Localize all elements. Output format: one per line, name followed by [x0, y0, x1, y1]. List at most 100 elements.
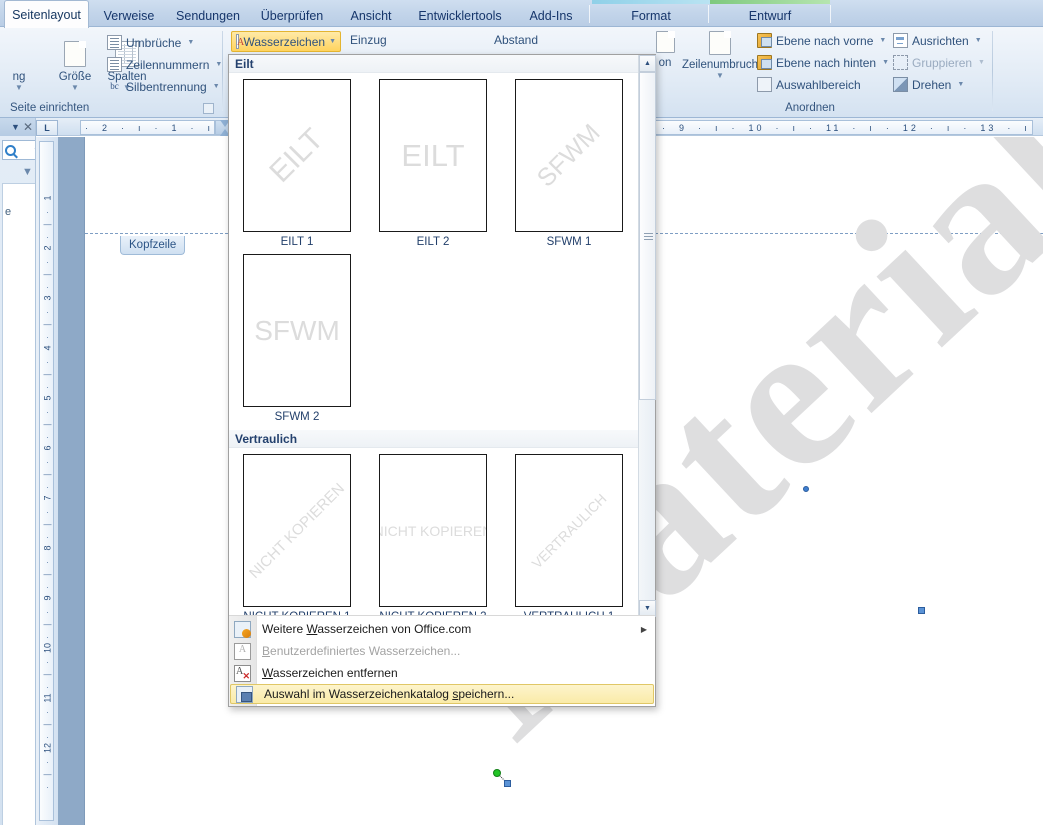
vertical-ruler-minor-tick: · — [46, 757, 49, 767]
menu-item-label: Wasserzeichen entfernen — [262, 666, 398, 680]
scrollbar-grip-icon — [644, 233, 653, 234]
rotate-button[interactable]: Drehen ▼ — [890, 74, 967, 95]
seite-einrichten-dialog-launcher[interactable] — [203, 103, 214, 114]
menu-item-custom-watermark: Benutzerdefiniertes Wasserzeichen... — [229, 640, 655, 662]
vertical-ruler[interactable]: 1 · — · 2 · — · 3 · — · 4 · — · 5 · — · 6 · — · 7 · — · 8 · — · 9 · — · 10 · —… — [36, 137, 58, 825]
vertical-ruler-minor-tick: · — [46, 557, 49, 567]
word-window: Seitenlayout Verweise Sendungen Überprüf… — [0, 0, 1043, 825]
selection-handle-bottom[interactable] — [504, 780, 511, 787]
tab-verweise[interactable]: Verweise — [92, 4, 166, 27]
breaks-label: Umbrüche — [126, 35, 182, 50]
menu-item-label: Auswahl im Wasserzeichenkatalog speicher… — [264, 687, 515, 701]
scrollbar-thumb[interactable] — [639, 72, 656, 400]
close-icon[interactable]: ✕ — [23, 121, 33, 133]
tab-entwurf[interactable]: Entwurf — [710, 4, 830, 27]
gallery-thumbnail[interactable]: VERTRAULICH — [515, 454, 623, 607]
gallery-item-sfwm-1[interactable]: SFWM SFWM 1 — [515, 79, 623, 248]
gallery-thumbnail[interactable]: NICHT KOPIEREN — [243, 454, 351, 607]
tab-label: Entwurf — [748, 8, 792, 23]
tab-sendungen[interactable]: Sendungen — [168, 4, 248, 27]
line-numbers-button[interactable]: Zeilennummern ▼ — [104, 54, 225, 75]
selection-pane-icon — [757, 77, 772, 92]
page-size-icon — [48, 41, 102, 70]
gallery-thumbnail[interactable]: SFWM — [243, 254, 351, 407]
navigation-pane-header: ▼ ✕ — [0, 118, 35, 136]
line-numbers-label: Zeilennummern — [126, 57, 210, 72]
menu-item-save-to-gallery[interactable]: Auswahl im Wasserzeichenkatalog speicher… — [230, 684, 654, 704]
vertical-ruler-minor-tick: · — [46, 782, 49, 792]
vertical-ruler-minor-tick: — — [43, 220, 52, 229]
bring-forward-button[interactable]: Ebene nach vorne ▼ — [754, 30, 889, 51]
gallery-item-nicht-kopieren-1[interactable]: NICHT KOPIEREN NICHT KOPIEREN 1 — [243, 454, 351, 617]
rotate-label: Drehen — [912, 77, 952, 92]
menu-item-label: Benutzerdefiniertes Wasserzeichen... — [262, 644, 461, 658]
chevron-up-icon: ▲ — [644, 60, 651, 67]
search-input[interactable]: ▼ — [2, 140, 35, 160]
orientation-button[interactable]: ng ▼ — [0, 39, 46, 92]
page-size-button[interactable]: Größe ▼ — [48, 39, 102, 92]
gallery-item-caption: EILT 1 — [280, 236, 314, 248]
hyphenation-label: Silbentrennung — [126, 79, 207, 94]
rotate-icon — [893, 77, 908, 92]
navigation-pane-text: e — [5, 206, 12, 218]
thumbnail-watermark-text: EILT — [263, 121, 330, 189]
tab-label: Entwicklertools — [418, 8, 502, 23]
selection-pane-label: Auswahlbereich — [776, 77, 861, 92]
gallery-thumbnail[interactable]: EILT — [243, 79, 351, 232]
watermark-button[interactable]: A Wasserzeichen ▼ — [231, 31, 341, 52]
vertical-ruler-minor-tick: — — [43, 770, 52, 779]
selection-handle-top[interactable] — [803, 486, 809, 492]
group-divider — [992, 31, 993, 111]
tab-ueberpruefen[interactable]: Überprüfen — [250, 4, 334, 27]
align-label: Ausrichten — [912, 33, 969, 48]
send-backward-icon — [757, 55, 772, 70]
tab-format[interactable]: Format — [592, 4, 710, 27]
menu-item-more-watermarks[interactable]: Weitere Wasserzeichen von Office.com ▶ — [229, 618, 655, 640]
tab-entwicklertools[interactable]: Entwicklertools — [406, 4, 514, 27]
gallery-thumbnail[interactable]: NICHT KOPIEREN — [379, 454, 487, 607]
scroll-up-button[interactable]: ▲ — [639, 55, 656, 72]
ruler-band-right: · 9 · ı · 10 · ı · 11 · ı · 12 · ı · 13 … — [655, 120, 1033, 135]
gallery-scroll-region: Eilt EILT EILT 1 EILT EILT 2 SFWM SFWM 1… — [229, 55, 655, 617]
tab-label: Verweise — [103, 8, 155, 23]
tab-add-ins[interactable]: Add-Ins — [516, 4, 586, 27]
gallery-item-eilt-1[interactable]: EILT EILT 1 — [243, 79, 351, 248]
tab-seitenlayout[interactable]: Seitenlayout — [4, 0, 89, 28]
vertical-ruler-minor-tick: — — [43, 670, 52, 679]
selection-handle-right[interactable] — [918, 607, 925, 614]
tab-ansicht[interactable]: Ansicht — [338, 4, 404, 27]
gallery-section-heading-eilt: Eilt — [229, 55, 655, 73]
vertical-ruler-minor-tick: · — [46, 307, 49, 317]
chevron-down-icon[interactable]: ▼ — [33, 146, 35, 155]
hyphenation-button[interactable]: bc Silbentrennung ▼ — [104, 76, 223, 97]
abstand-label: Abstand — [494, 33, 539, 47]
gallery-item-sfwm-2[interactable]: SFWM SFWM 2 — [243, 254, 351, 423]
watermark-button-label: Wasserzeichen — [243, 34, 326, 49]
selection-pane-button[interactable]: Auswahlbereich — [754, 74, 864, 95]
chevron-down-icon[interactable]: ▼ — [11, 122, 20, 132]
navigation-pane-dropdown[interactable]: ▼ — [22, 166, 33, 178]
gallery-scrollbar[interactable]: ▲ ▼ — [638, 55, 656, 617]
align-button[interactable]: Ausrichten ▼ — [890, 30, 985, 51]
vertical-ruler-tick: 12 — [42, 743, 53, 754]
gallery-item-nicht-kopieren-2[interactable]: NICHT KOPIEREN NICHT KOPIEREN 2 — [379, 454, 487, 617]
gallery-item-vertraulich-1[interactable]: VERTRAULICH VERTRAULICH 1 — [515, 454, 623, 617]
save-to-gallery-icon — [236, 685, 253, 703]
vertical-ruler-tick: 7 — [42, 495, 53, 501]
bring-forward-label: Ebene nach vorne — [776, 33, 874, 48]
vertical-ruler-minor-tick: · — [46, 707, 49, 717]
gallery-item-eilt-2[interactable]: EILT EILT 2 — [379, 79, 487, 248]
breaks-button[interactable]: Umbrüche ▼ — [104, 32, 197, 53]
gallery-section-heading-vertraulich: Vertraulich — [229, 430, 655, 448]
header-tag: Kopfzeile — [120, 236, 186, 255]
menu-item-remove-watermark[interactable]: Wasserzeichen entfernen — [229, 662, 655, 684]
tab-stop-selector[interactable]: L — [36, 120, 58, 136]
rotation-handle[interactable] — [493, 769, 501, 777]
gallery-thumbnail[interactable]: SFWM — [515, 79, 623, 232]
navigation-pane-body: e — [2, 183, 35, 825]
send-backward-button[interactable]: Ebene nach hinten ▼ — [754, 52, 892, 73]
gallery-thumbnail[interactable]: EILT — [379, 79, 487, 232]
remove-watermark-icon — [234, 664, 251, 682]
menu-item-label: Weitere Wasserzeichen von Office.com — [262, 622, 472, 636]
vertical-ruler-minor-tick: · — [46, 657, 49, 667]
